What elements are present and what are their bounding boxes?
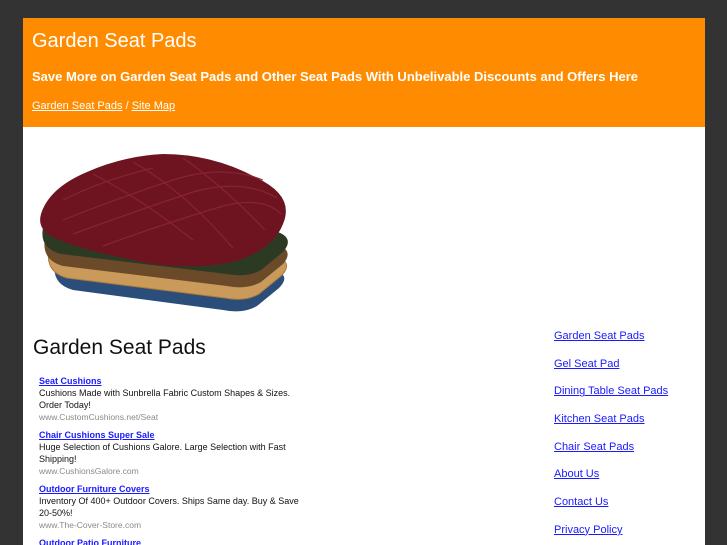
breadcrumb-sitemap-link[interactable]: Site Map — [132, 100, 175, 112]
ad-title-link[interactable]: Outdoor Patio Furniture — [39, 537, 309, 545]
ad-url[interactable]: www.CustomCushions.net/Seat — [39, 411, 309, 423]
ad-description: Inventory Of 400+ Outdoor Covers. Ships … — [39, 496, 299, 518]
sidebar-link-chair-seat-pads[interactable]: Chair Seat Pads — [554, 439, 704, 467]
ad-item: Outdoor Furniture Covers Inventory Of 40… — [39, 483, 309, 531]
sidebar-link-garden-seat-pads[interactable]: Garden Seat Pads — [554, 328, 704, 356]
page-container: Garden Seat Pads Save More on Garden Sea… — [23, 18, 705, 545]
sidebar-link-about-us[interactable]: About Us — [554, 466, 704, 494]
ad-description: Cushions Made with Sunbrella Fabric Cust… — [39, 388, 291, 410]
sidebar-link-gel-seat-pad[interactable]: Gel Seat Pad — [554, 356, 704, 384]
sidebar-link-privacy-policy[interactable]: Privacy Policy — [554, 522, 704, 545]
site-tagline: Save More on Garden Seat Pads and Other … — [32, 69, 638, 84]
ad-item: Seat Cushions Cushions Made with Sunbrel… — [39, 375, 309, 423]
ad-list: Seat Cushions Cushions Made with Sunbrel… — [39, 375, 309, 545]
ad-url[interactable]: www.CushionsGalore.com — [39, 465, 309, 477]
sidebar-link-kitchen-seat-pads[interactable]: Kitchen Seat Pads — [554, 411, 704, 439]
ad-title-link[interactable]: Chair Cushions Super Sale — [39, 429, 309, 441]
ad-title-link[interactable]: Outdoor Furniture Covers — [39, 483, 309, 495]
page-heading: Garden Seat Pads — [33, 336, 206, 359]
sidebar-link-dining-table-seat-pads[interactable]: Dining Table Seat Pads — [554, 383, 704, 411]
ad-description: Huge Selection of Cushions Galore. Large… — [39, 442, 286, 464]
site-header: Garden Seat Pads Save More on Garden Sea… — [23, 18, 705, 127]
sidebar-nav: Garden Seat Pads Gel Seat Pad Dining Tab… — [554, 328, 704, 545]
ad-url[interactable]: www.The-Cover-Store.com — [39, 519, 309, 531]
breadcrumb-home-link[interactable]: Garden Seat Pads — [32, 100, 123, 112]
ad-title-link[interactable]: Seat Cushions — [39, 375, 309, 387]
breadcrumb-separator: / — [122, 100, 132, 112]
sidebar-link-contact-us[interactable]: Contact Us — [554, 494, 704, 522]
ad-item: Outdoor Patio Furniture — [39, 537, 309, 545]
breadcrumb: Garden Seat Pads / Site Map — [32, 100, 175, 112]
seat-pads-image — [33, 150, 291, 312]
site-title[interactable]: Garden Seat Pads — [32, 30, 197, 53]
ad-item: Chair Cushions Super Sale Huge Selection… — [39, 429, 309, 477]
